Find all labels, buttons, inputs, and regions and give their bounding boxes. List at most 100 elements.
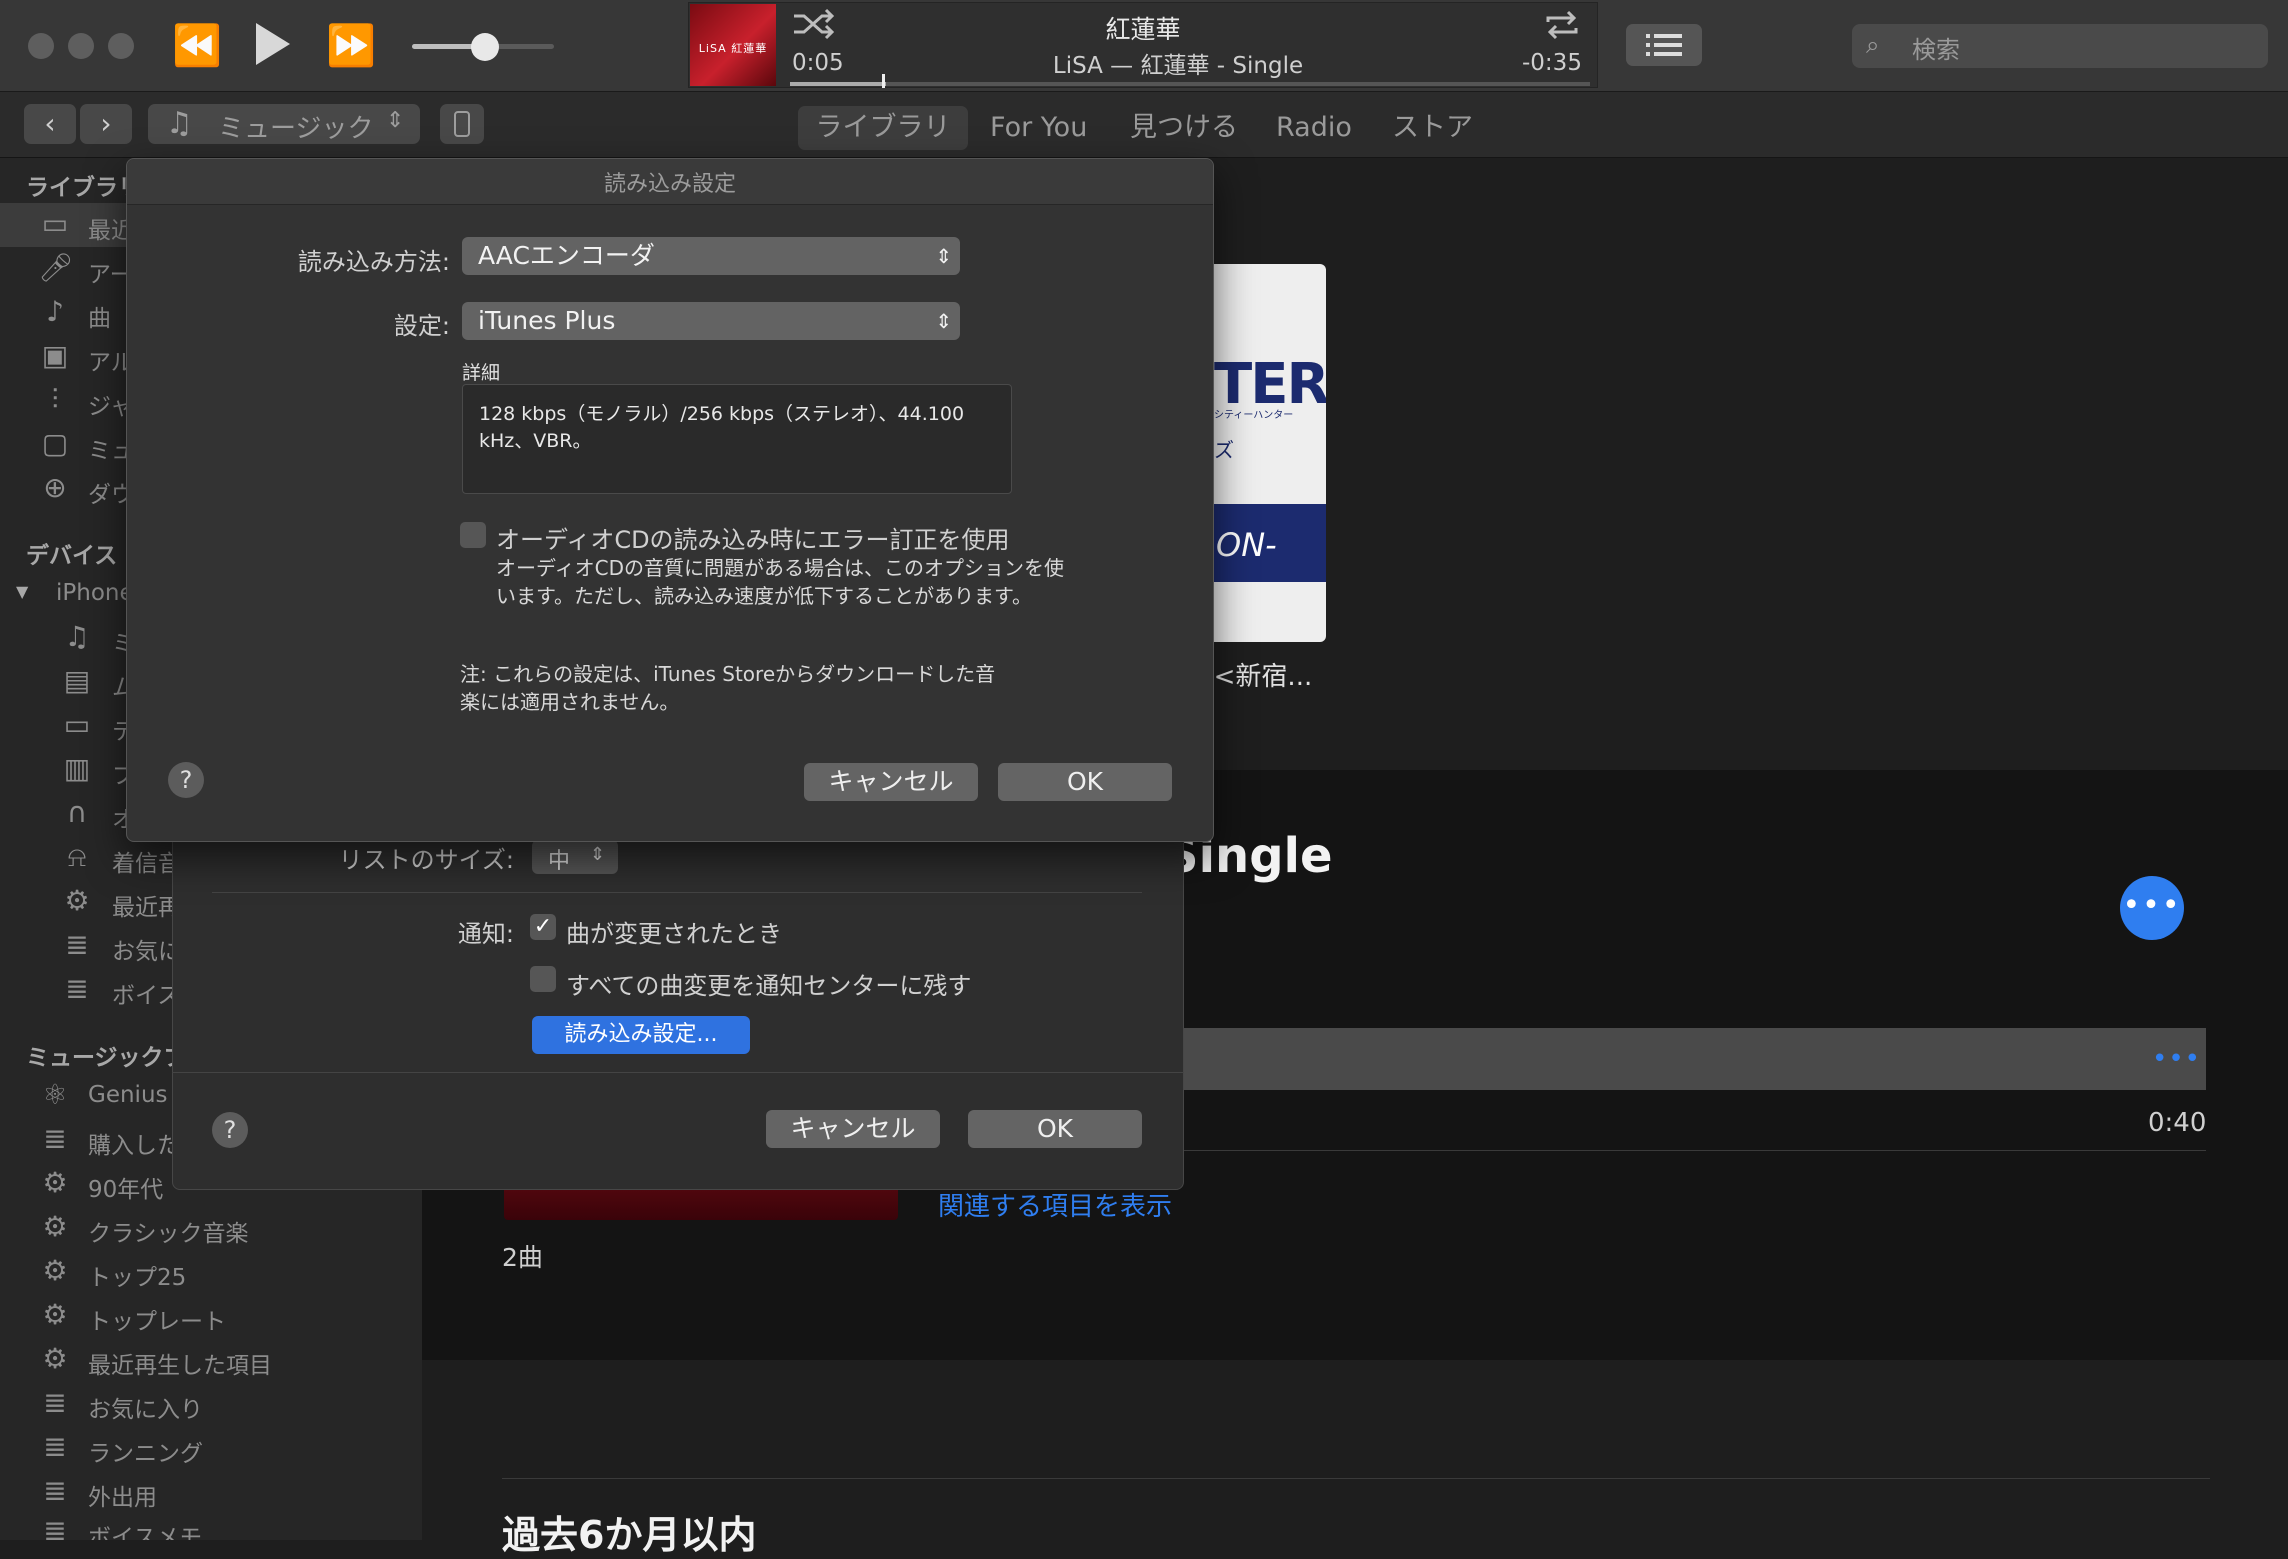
sidebar-item-label: 曲 [88,306,111,332]
tab-for-you[interactable]: For You [990,106,1087,150]
import-ok-button[interactable]: OK [998,763,1172,801]
setting-label: 設定: [393,312,450,340]
divider [172,1072,1184,1073]
playlist-icon: ≣ [65,928,89,961]
sidebar-item-running[interactable]: ≣ ランニング [0,1426,422,1470]
import-using-popup[interactable]: AACエンコーダ ⇕ [462,237,960,275]
import-using-value: AACエンコーダ [478,241,655,270]
import-settings-button[interactable]: 読み込み設定... [532,1016,750,1054]
playhead[interactable] [882,74,885,88]
sidebar-library-header: ライブラリ [26,175,141,201]
fast-forward-icon[interactable]: ⏩ [326,26,376,66]
itunes-store-note: 注: これらの設定は、iTunes Storeからダウンロードした音楽には適用さ… [460,662,996,714]
sidebar-item-label: 購入した [88,1133,180,1159]
import-cancel-button[interactable]: キャンセル [804,763,978,801]
album-icon: ▣ [41,339,69,372]
sidebar-item-label: お気に [112,939,181,965]
album-art-text: ズ [1214,438,1234,462]
sidebar-item-label: ランニング [88,1441,203,1467]
up-next-button[interactable] [1626,24,1702,66]
sidebar-item-label: 最近再生した項目 [88,1353,272,1379]
sidebar-item-label: 最近再 [112,895,181,921]
gear-icon: ⚙ [42,1166,68,1199]
gear-icon: ⚙ [64,884,90,917]
search-icon: ⌕ [1866,31,1880,59]
film-icon: ▤ [63,664,91,697]
sidebar-item-classical[interactable]: ⚙ クラシック音楽 [0,1206,422,1250]
sidebar-item-top-rated[interactable]: ⚙ トップレート [0,1294,422,1338]
chevron-updown-icon: ⇕ [935,309,952,333]
notify-song-change-label: 曲が変更されたとき [566,920,782,948]
chevron-updown-icon: ⇕ [590,844,606,865]
playlist-icon: ≣ [43,1430,67,1463]
sidebar-item-label: 外出用 [88,1485,157,1511]
dialog-title: 読み込み設定 [603,172,736,197]
help-icon[interactable]: ? [212,1112,248,1148]
remaining-time: -0:35 [1522,50,1582,76]
forward-button[interactable]: › [80,104,132,144]
sidebar-item-label: クラシック音楽 [88,1221,249,1247]
device-button[interactable] [440,104,484,144]
sidebar-devices-header: デバイス [26,543,118,569]
sidebar-item-label: 着信音 [112,851,181,877]
sidebar-item-favorites[interactable]: ≣ お気に入り [0,1382,422,1426]
setting-popup[interactable]: iTunes Plus ⇕ [462,302,960,340]
error-correction-checkbox[interactable] [460,522,486,548]
sidebar-item-label: トップ25 [88,1265,187,1291]
list-size-label: リストのサイズ: [338,846,514,874]
gear-icon: ⚙ [42,1254,68,1287]
gear-icon: ⚙ [42,1210,68,1243]
chevron-updown-icon: ⇕ [386,108,405,133]
rewind-icon[interactable]: ⏪ [172,26,222,66]
now-playing-subtitle: LiSA — 紅蓮華 - Single [1052,53,1304,79]
ellipsis-icon[interactable]: ••• [2120,876,2184,940]
sidebar-item-label: ボイスメモ [88,1525,203,1540]
now-playing-title: 紅蓮華 [1105,15,1181,44]
music-note-icon: ♫ [166,106,193,141]
notify-song-change-checkbox[interactable]: ✓ [530,914,556,940]
repeat-icon[interactable] [1542,8,1582,46]
tab-store[interactable]: ストア [1392,106,1473,150]
close-button[interactable] [28,33,54,59]
progress-bar[interactable] [790,82,1590,86]
atom-icon: ⚛ [42,1078,68,1111]
sidebar-item-going-out[interactable]: ≣ 外出用 [0,1470,422,1514]
back-button[interactable]: ‹ [24,104,76,144]
zoom-button[interactable] [108,33,134,59]
sidebar-item-label: お気に入り [88,1397,203,1423]
microphone-icon: 🎤︎ [38,251,74,284]
sidebar-item-top25[interactable]: ⚙ トップ25 [0,1250,422,1294]
play-icon[interactable] [252,20,294,72]
book-icon: ▥ [63,752,91,785]
gear-icon: ⚙ [42,1342,68,1375]
related-items-link[interactable]: 関連する項目を表示 [938,1186,1172,1223]
playlist-icon: ≣ [43,1122,67,1155]
media-kind-select[interactable]: ♫ ミュージック ⇕ [148,104,420,144]
track-more-ellipsis-icon[interactable]: ••• [2152,1044,2201,1074]
error-correction-description: オーディオCDの音質に問題がある場合は、このオプションを使います。ただし、読み込… [496,556,1064,608]
tab-library[interactable]: ライブラリ [798,106,968,150]
notify-keep-all-checkbox[interactable] [530,966,556,992]
volume-knob[interactable] [471,33,499,61]
list-icon [1646,34,1682,56]
sidebar-item-label: 90年代 [88,1177,164,1203]
tab-radio[interactable]: Radio [1276,106,1352,150]
search-field[interactable]: ⌕ 検索 [1852,24,2268,68]
disclosure-triangle-icon[interactable]: ▼ [16,582,28,601]
download-icon: ⊕ [43,471,67,504]
prefs-cancel-button[interactable]: キャンセル [766,1110,940,1148]
sidebar-item-recently-played[interactable]: ⚙ 最近再生した項目 [0,1338,422,1382]
help-icon[interactable]: ? [168,762,204,798]
album-art-text: シティーハンター [1214,410,1294,421]
prefs-ok-button[interactable]: OK [968,1110,1142,1148]
album-card-artwork[interactable]: TER シティーハンター ズ ON- [1214,264,1326,642]
track-row[interactable] [1180,1028,2206,1090]
progress-fill [790,82,886,86]
sidebar-item-voice-memos[interactable]: ≣ ボイスメモ [0,1510,422,1540]
sidebar-item-label: ボイス [112,983,181,1009]
device-name[interactable]: iPhone [56,580,134,606]
list-size-select[interactable]: 中 ⇕ [532,840,618,874]
album-art-text: ON- [1216,526,1277,564]
minimize-button[interactable] [68,33,94,59]
tab-browse[interactable]: 見つける [1130,106,1238,150]
